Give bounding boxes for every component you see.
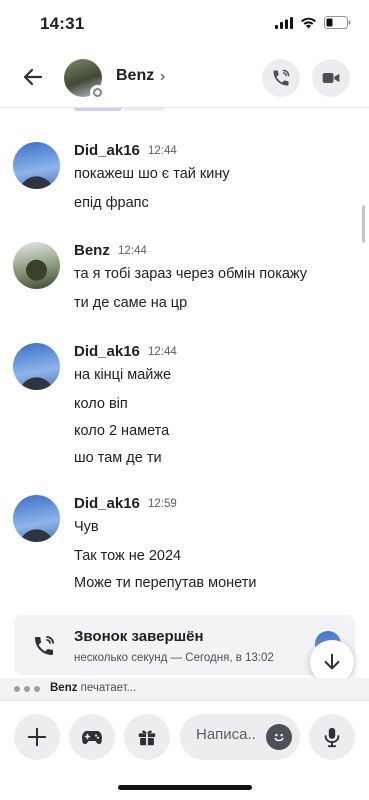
video-camera-icon (322, 73, 340, 83)
emoji-icon (274, 733, 284, 742)
message-author[interactable]: Benz (74, 242, 110, 259)
arrow-down-icon (324, 653, 340, 670)
message-text: коло 2 намета (74, 423, 170, 439)
typing-text: Benz печатает... (50, 682, 136, 694)
message-text: шо там де ти (74, 450, 162, 466)
message-timestamp: 12:44 (148, 145, 177, 157)
typing-indicator: Benz печатает... (0, 678, 369, 700)
message-text: Чув (74, 519, 99, 535)
back-button[interactable] (18, 62, 48, 92)
typing-label: печатает... (77, 682, 137, 694)
previous-content-edge (124, 108, 164, 111)
activities-button[interactable] (69, 714, 115, 760)
message-text: епід фрапс (74, 195, 149, 211)
message-text: Може ти перепутав монети (74, 575, 257, 591)
gift-icon (138, 730, 156, 746)
video-call-button[interactable] (312, 59, 350, 97)
chat-header: Benz › (0, 48, 369, 108)
typing-dots-icon (14, 686, 40, 692)
message-text: Так тож не 2024 (74, 548, 182, 564)
message-text: на кінці майже (74, 367, 172, 383)
call-ended-card[interactable]: Звонок завершён несколько секунд — Сегод… (14, 615, 355, 675)
add-attachment-button[interactable] (14, 714, 60, 760)
call-subtitle: несколько секунд — Сегодня, в 13:02 (74, 652, 274, 664)
wifi-icon (301, 17, 316, 28)
message-text: ти де саме на цр (74, 295, 188, 311)
previous-content-edge (74, 108, 122, 111)
phone-icon (32, 634, 56, 663)
avatar[interactable] (13, 142, 60, 189)
header-avatar[interactable] (64, 59, 105, 100)
status-icons (275, 16, 351, 29)
message-author[interactable]: Did_ak16 (74, 495, 140, 512)
scrollbar[interactable] (362, 205, 365, 243)
message-text: покажеш шо є тай кину (74, 166, 230, 182)
message-input[interactable] (196, 726, 260, 743)
message-timestamp: 12:59 (148, 498, 177, 510)
voice-message-button[interactable] (309, 714, 355, 760)
message-timestamp: 12:44 (148, 346, 177, 358)
avatar[interactable] (13, 343, 60, 390)
gamepad-icon (82, 731, 102, 745)
message-text: коло віп (74, 396, 128, 412)
message-composer (0, 700, 369, 770)
status-time: 14:31 (40, 14, 85, 33)
home-indicator[interactable] (118, 785, 252, 790)
gift-button[interactable] (124, 714, 170, 760)
message-author[interactable]: Did_ak16 (74, 343, 140, 360)
call-title: Звонок завершён (74, 628, 204, 645)
offline-status-icon (90, 85, 105, 100)
battery-icon (324, 16, 351, 29)
message-timestamp: 12:44 (118, 245, 147, 257)
message-author[interactable]: Did_ak16 (74, 142, 140, 159)
voice-call-button[interactable] (262, 59, 300, 97)
phone-icon (273, 69, 290, 86)
chevron-right-icon[interactable]: › (160, 68, 165, 86)
signal-icon (275, 16, 293, 29)
message-text: та я тобі зараз через обмін покажу (74, 266, 308, 282)
arrow-left-icon (23, 68, 43, 86)
microphone-icon (324, 727, 340, 748)
emoji-button[interactable] (266, 724, 292, 750)
header-username[interactable]: Benz (116, 67, 154, 85)
avatar[interactable] (13, 495, 60, 542)
typing-user: Benz (50, 682, 78, 694)
avatar[interactable] (13, 242, 60, 289)
plus-icon (27, 727, 47, 747)
message-input-container[interactable] (180, 714, 300, 760)
status-bar: 14:31 (0, 0, 369, 48)
